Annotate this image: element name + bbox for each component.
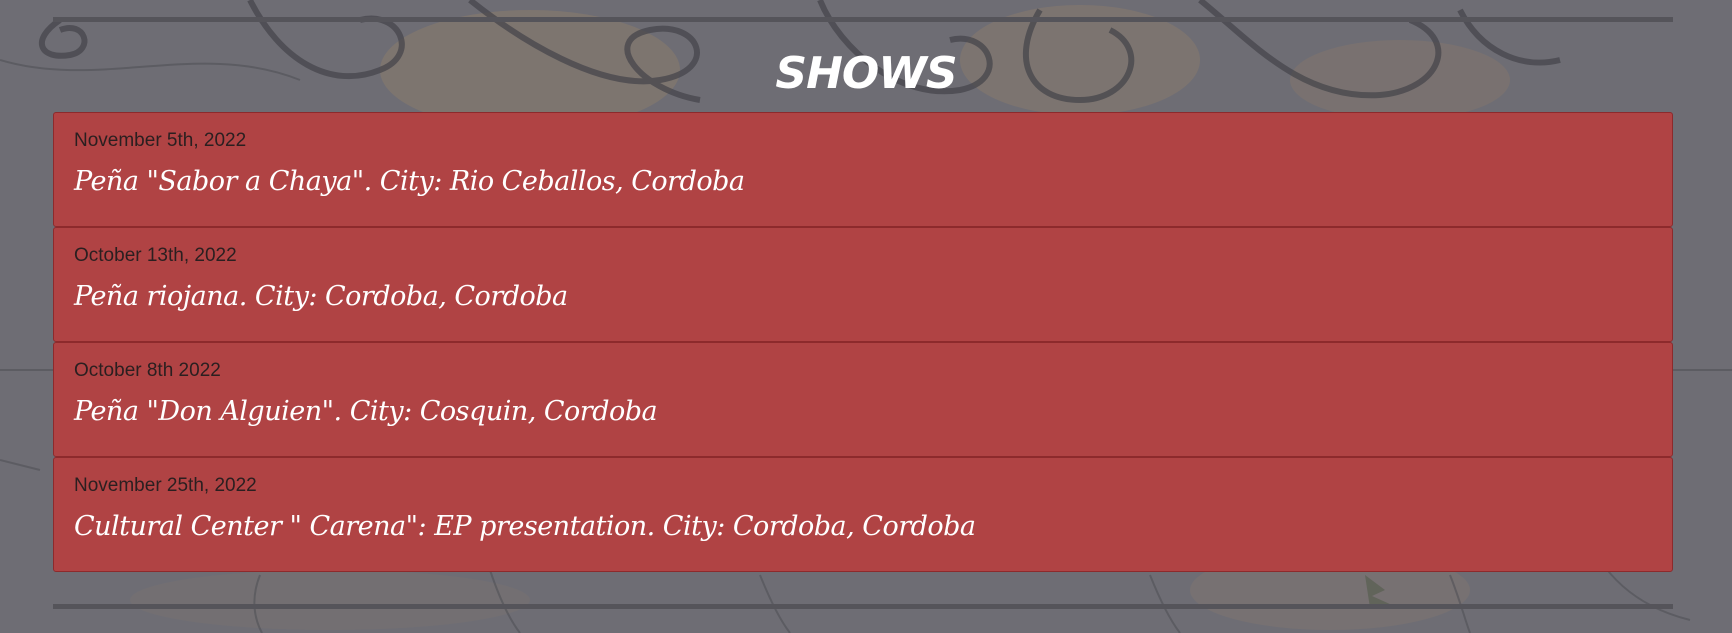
show-date: November 25th, 2022 xyxy=(74,475,257,496)
show-item: November 25th, 2022 Cultural Center " Ca… xyxy=(53,457,1673,572)
show-item: October 13th, 2022 Peña riojana. City: C… xyxy=(53,227,1673,342)
top-divider xyxy=(53,17,1673,22)
show-date: October 13th, 2022 xyxy=(74,245,237,266)
show-description: Peña "Don Alguien". City: Cosquin, Cordo… xyxy=(74,396,658,427)
section-title: SHOWS xyxy=(775,48,957,99)
show-description: Peña "Sabor a Chaya". City: Rio Ceballos… xyxy=(74,166,745,197)
show-item: November 5th, 2022 Peña "Sabor a Chaya".… xyxy=(53,112,1673,227)
show-date: October 8th 2022 xyxy=(74,360,221,381)
show-description: Peña riojana. City: Cordoba, Cordoba xyxy=(74,281,568,312)
show-item: October 8th 2022 Peña "Don Alguien". Cit… xyxy=(53,342,1673,457)
shows-section: SHOWS November 5th, 2022 Peña "Sabor a C… xyxy=(0,0,1732,633)
show-description: Cultural Center " Carena": EP presentati… xyxy=(74,511,976,542)
show-date: November 5th, 2022 xyxy=(74,130,247,151)
show-list: November 5th, 2022 Peña "Sabor a Chaya".… xyxy=(53,112,1673,572)
bottom-divider xyxy=(53,604,1673,609)
